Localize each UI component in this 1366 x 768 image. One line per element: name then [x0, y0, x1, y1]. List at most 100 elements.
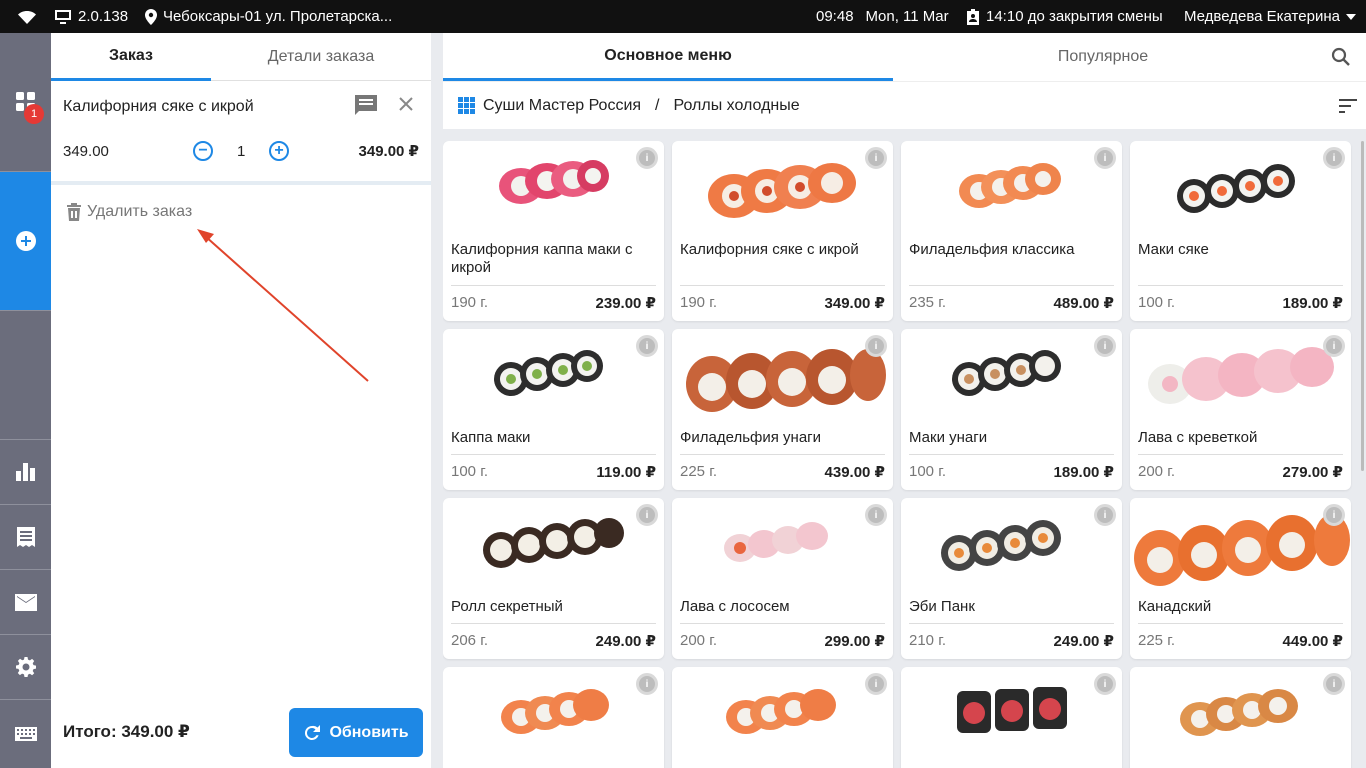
product-image [724, 522, 828, 562]
product-price: 279.00 ₽ [1282, 464, 1343, 481]
product-card[interactable]: i [443, 667, 664, 768]
info-icon[interactable]: i [1323, 147, 1345, 169]
info-icon[interactable]: i [865, 147, 887, 169]
info-icon[interactable]: i [1323, 673, 1345, 695]
product-card[interactable]: i Эби Панк 210 г. 249.00 ₽ [901, 498, 1122, 659]
product-price: 189.00 ₽ [1282, 295, 1343, 312]
receipt-icon [16, 527, 35, 547]
product-image [686, 349, 886, 412]
product-card[interactable]: i Каппа маки 100 г. 119.00 ₽ [443, 329, 664, 490]
info-icon[interactable]: i [1323, 335, 1345, 357]
nav-new-order-button[interactable] [0, 172, 51, 311]
product-card[interactable]: i Лава с лососем 200 г. 299.00 ₽ [672, 498, 893, 659]
info-icon[interactable]: i [636, 335, 658, 357]
product-name: Каппа маки [451, 429, 531, 446]
version-text: 2.0.138 [78, 8, 129, 25]
order-total: Итого: 349.00 ₽ [63, 722, 190, 741]
nav-receipts-button[interactable] [0, 505, 51, 570]
info-icon[interactable]: i [1094, 147, 1116, 169]
info-icon[interactable]: i [865, 673, 887, 695]
breadcrumb-separator: / [655, 96, 660, 114]
product-card[interactable]: i Канадский 225 г. 449.00 ₽ [1130, 498, 1351, 659]
info-icon[interactable]: i [636, 504, 658, 526]
product-weight: 210 г. [909, 632, 947, 649]
annotation-arrow [197, 229, 369, 382]
product-card[interactable]: i Калифорния сяке с икрой 190 г. 349.00 … [672, 141, 893, 321]
product-card[interactable]: i [901, 667, 1122, 768]
product-weight: 200 г. [1138, 463, 1176, 480]
info-icon[interactable]: i [865, 335, 887, 357]
product-name: Эби Панк [909, 598, 975, 615]
product-name: Филадельфия классика [909, 241, 1075, 258]
product-weight: 190 г. [451, 294, 489, 311]
info-icon[interactable]: i [636, 673, 658, 695]
product-name: Маки унаги [909, 429, 988, 446]
product-price: 249.00 ₽ [1053, 633, 1114, 650]
info-icon[interactable]: i [1094, 504, 1116, 526]
breadcrumb-root[interactable]: Суши Мастер Россия [483, 97, 641, 115]
product-image [494, 350, 603, 396]
nav-settings-button[interactable] [0, 635, 51, 700]
location-pin-icon [145, 8, 157, 25]
product-weight: 190 г. [680, 294, 718, 311]
search-icon[interactable] [1331, 47, 1351, 72]
product-card[interactable]: i Калифорния каппа маки с икрой 190 г. 2… [443, 141, 664, 321]
scrollbar[interactable] [1361, 141, 1364, 471]
product-image [726, 689, 836, 734]
mail-icon [14, 593, 37, 611]
product-image [1148, 347, 1334, 404]
product-price: 119.00 ₽ [596, 464, 656, 481]
date-text: Mon, 11 Mar [865, 8, 949, 25]
product-price: 439.00 ₽ [824, 464, 885, 481]
notification-badge: 1 [24, 104, 44, 124]
product-card[interactable]: i [1130, 667, 1351, 768]
info-icon[interactable]: i [865, 504, 887, 526]
location-selector[interactable]: Чебоксары-01 ул. Пролетарска... [145, 0, 392, 33]
breadcrumb: Суши Мастер Россия / Роллы холодные [443, 81, 1366, 129]
info-icon[interactable]: i [1323, 504, 1345, 526]
sort-icon[interactable] [1339, 99, 1357, 118]
product-name: Лава с креветкой [1138, 429, 1258, 446]
nav-keyboard-button[interactable] [0, 700, 51, 768]
monitor-icon [55, 10, 71, 24]
info-icon[interactable]: i [636, 147, 658, 169]
info-icon[interactable]: i [1094, 335, 1116, 357]
status-bar: 2.0.138 Чебоксары-01 ул. Пролетарска... … [0, 0, 1366, 33]
refresh-button[interactable]: Обновить [289, 708, 423, 757]
product-card[interactable]: i Маки сяке 100 г. 189.00 ₽ [1130, 141, 1351, 321]
product-weight: 100 г. [1138, 294, 1176, 311]
grid-icon [458, 97, 475, 114]
side-nav: 1 [0, 33, 51, 768]
product-card[interactable]: i Филадельфия унаги 225 г. 439.00 ₽ [672, 329, 893, 490]
product-name: Ролл секретный [451, 598, 563, 615]
nav-messages-button[interactable] [0, 570, 51, 635]
product-card[interactable]: i Филадельфия классика 235 г. 489.00 ₽ [901, 141, 1122, 321]
product-image [957, 687, 1067, 733]
bar-chart-icon [15, 463, 35, 481]
product-card[interactable]: i Лава с креветкой 200 г. 279.00 ₽ [1130, 329, 1351, 490]
dropdown-caret-icon [1345, 13, 1356, 20]
tab-popular[interactable]: Популярное [893, 33, 1313, 81]
product-image [1180, 689, 1298, 736]
product-card[interactable]: i Ролл секретный 206 г. 249.00 ₽ [443, 498, 664, 659]
refresh-label: Обновить [329, 723, 409, 741]
product-image [1134, 514, 1350, 586]
product-price: 189.00 ₽ [1053, 464, 1114, 481]
info-icon[interactable]: i [1094, 673, 1116, 695]
time-text: 09:48 [816, 8, 854, 25]
tab-main-menu[interactable]: Основное меню [443, 33, 893, 81]
nav-reports-button[interactable] [0, 440, 51, 505]
product-price: 239.00 ₽ [595, 295, 656, 312]
product-card[interactable]: i Маки унаги 100 г. 189.00 ₽ [901, 329, 1122, 490]
product-name: Калифорния каппа маки с икрой [451, 241, 633, 276]
product-name: Филадельфия унаги [680, 429, 822, 446]
product-price: 249.00 ₽ [595, 633, 656, 650]
menu-tabs: Основное меню Популярное [443, 33, 1366, 81]
product-image [708, 163, 856, 218]
nav-menu-button[interactable] [0, 33, 51, 172]
location-text: Чебоксары-01 ул. Пролетарска... [163, 8, 393, 25]
product-price: 449.00 ₽ [1282, 633, 1343, 650]
keyboard-icon [14, 727, 37, 741]
user-menu[interactable]: Медведева Екатерина [1184, 0, 1356, 33]
product-card[interactable]: i [672, 667, 893, 768]
